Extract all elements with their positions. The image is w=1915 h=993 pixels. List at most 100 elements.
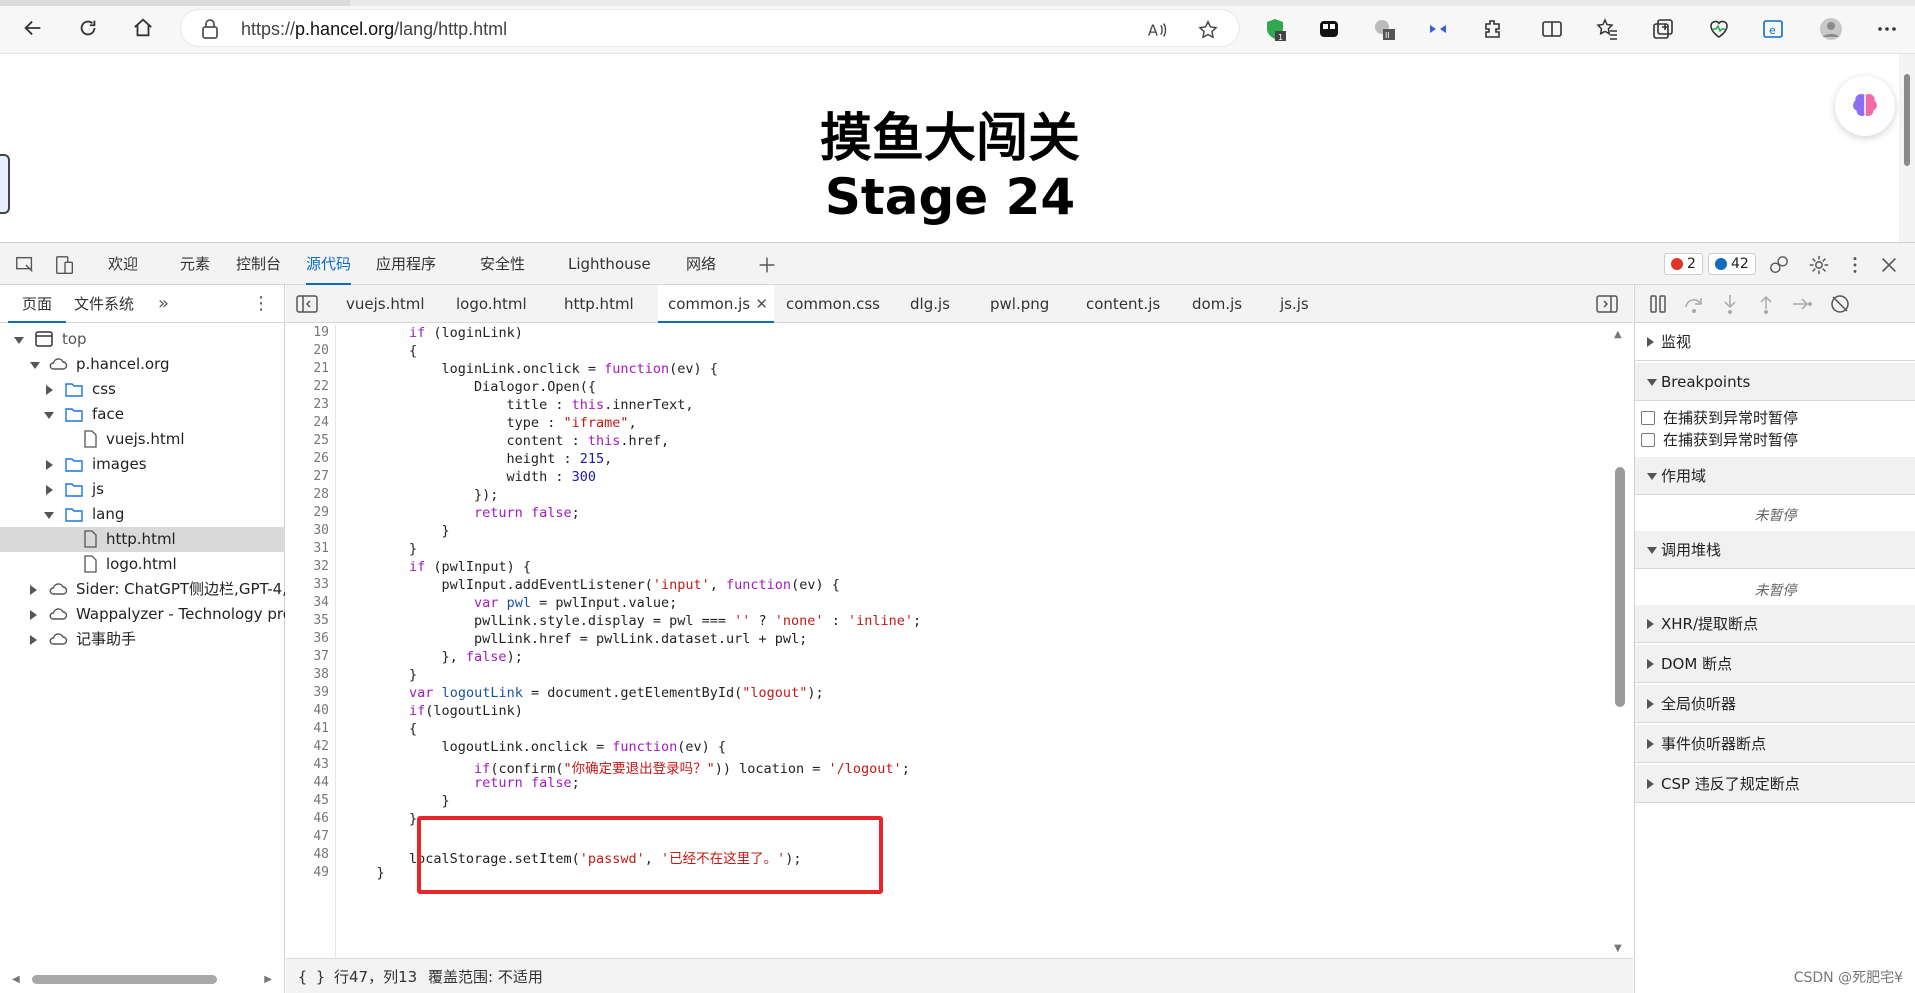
home-button[interactable] (128, 13, 158, 43)
pause-icon[interactable] (1647, 293, 1669, 315)
line-number[interactable]: 40 (289, 703, 329, 718)
tree-item-file[interactable]: logo.html (0, 552, 285, 577)
line-number[interactable]: 22 (289, 379, 329, 394)
tab-network[interactable]: 网络 (686, 243, 716, 285)
deactivate-breakpoints-icon[interactable] (1829, 293, 1851, 315)
pause-on-caught-exception-option[interactable]: 在捕获到异常时暂停 (1641, 429, 1911, 451)
error-count-badge[interactable]: 2 (1664, 253, 1703, 275)
navigator-hscrollbar[interactable]: ◀ ▶ (12, 972, 272, 986)
scroll-up-icon[interactable]: ▲ (1614, 329, 1622, 340)
close-devtools-icon[interactable] (1878, 254, 1900, 276)
file-tab[interactable]: common.css (786, 285, 880, 323)
section-watch[interactable]: 监视 (1635, 323, 1915, 361)
close-tab-icon[interactable]: ✕ (755, 285, 768, 323)
file-tab[interactable]: js.js (1280, 285, 1309, 323)
line-number[interactable]: 27 (289, 469, 329, 484)
file-tab[interactable]: content.js (1086, 285, 1160, 323)
section-breakpoints[interactable]: Breakpoints (1635, 363, 1915, 401)
line-number[interactable]: 25 (289, 433, 329, 448)
tree-item-folder[interactable]: images (0, 452, 285, 477)
message-count-badge[interactable]: 42 (1708, 253, 1756, 275)
file-tab[interactable]: logo.html (456, 285, 527, 323)
pretty-print-icon[interactable]: { } (298, 959, 325, 993)
settings-gear-icon[interactable] (1808, 254, 1830, 276)
tree-item-file-selected[interactable]: http.html (0, 527, 285, 552)
scroll-down-icon[interactable]: ▼ (1614, 943, 1622, 954)
toggle-debugger-icon[interactable] (1596, 295, 1618, 313)
internet-explorer-mode-icon[interactable]: e (1760, 16, 1786, 42)
line-number[interactable]: 47 (289, 829, 329, 844)
line-number[interactable]: 46 (289, 811, 329, 826)
back-button[interactable] (18, 13, 48, 43)
pause-on-exception-option[interactable]: 在捕获到异常时暂停 (1641, 407, 1911, 429)
line-number[interactable]: 21 (289, 361, 329, 376)
favorite-star-icon[interactable] (1197, 19, 1219, 41)
split-screen-icon[interactable] (1539, 16, 1565, 42)
tree-item-file[interactable]: vuejs.html (0, 427, 285, 452)
tab-sources[interactable]: 源代码 (306, 243, 352, 285)
line-number[interactable]: 34 (289, 595, 329, 610)
more-tabs-chevron-icon[interactable]: » (158, 285, 169, 323)
collapse-arrow-icon[interactable] (30, 585, 37, 595)
file-tab-active[interactable]: common.js ✕ (658, 285, 774, 323)
connected-devices-icon[interactable] (1768, 254, 1790, 276)
line-number[interactable]: 30 (289, 523, 329, 538)
file-tab[interactable]: dom.js (1192, 285, 1242, 323)
favorites-icon[interactable] (1594, 16, 1620, 42)
section-scope[interactable]: 作用域 (1635, 457, 1915, 495)
collapse-arrow-icon[interactable] (30, 635, 37, 645)
tab-elements[interactable]: 元素 (180, 243, 210, 285)
read-aloud-icon[interactable]: A (1146, 19, 1168, 41)
step-into-icon[interactable] (1719, 293, 1741, 315)
line-number[interactable]: 44 (289, 775, 329, 790)
line-number[interactable]: 24 (289, 415, 329, 430)
scroll-right-icon[interactable]: ▶ (264, 974, 272, 985)
navigator-hscrollbar-thumb[interactable] (32, 975, 217, 984)
line-number[interactable]: 36 (289, 631, 329, 646)
tab-background[interactable] (0, 0, 350, 6)
add-tab-icon[interactable] (756, 254, 778, 276)
tree-item-top[interactable]: top (0, 327, 285, 352)
collapse-arrow-icon[interactable] (46, 385, 53, 395)
file-tab[interactable]: http.html (564, 285, 634, 323)
line-number[interactable]: 45 (289, 793, 329, 808)
tab-filesystem[interactable]: 文件系统 (74, 285, 134, 323)
collapse-arrow-icon[interactable] (30, 610, 37, 620)
more-options-icon[interactable] (1844, 254, 1866, 276)
line-number[interactable]: 41 (289, 721, 329, 736)
inspect-element-icon[interactable] (14, 254, 36, 276)
tree-item-folder[interactable]: css (0, 377, 285, 402)
collapse-arrow-icon[interactable] (46, 485, 53, 495)
tree-item-extension[interactable]: Wappalyzer - Technology profil (0, 602, 285, 627)
line-number[interactable]: 43 (289, 757, 329, 772)
profile-avatar-icon[interactable] (1818, 16, 1844, 42)
lock-icon[interactable] (201, 19, 219, 39)
tab-security[interactable]: 安全性 (480, 243, 525, 285)
line-number[interactable]: 28 (289, 487, 329, 502)
line-number[interactable]: 39 (289, 685, 329, 700)
line-number[interactable]: 33 (289, 577, 329, 592)
expand-arrow-icon[interactable] (44, 412, 54, 419)
line-number[interactable]: 31 (289, 541, 329, 556)
address-bar[interactable]: https://p.hancel.org/lang/http.html A (180, 9, 1240, 47)
tree-item-extension[interactable]: 记事助手 (0, 627, 285, 652)
tree-item-folder[interactable]: js (0, 477, 285, 502)
line-number[interactable]: 49 (289, 865, 329, 880)
file-tab[interactable]: pwl.png (990, 285, 1049, 323)
expand-arrow-icon[interactable] (14, 337, 24, 344)
tree-item-extension[interactable]: Sider: ChatGPT侧边栏,GPT-4, 联 (0, 577, 285, 602)
tree-item-folder[interactable]: lang (0, 502, 285, 527)
tab-lighthouse[interactable]: Lighthouse (568, 243, 651, 285)
sync-extension-icon[interactable] (1425, 16, 1451, 42)
expand-arrow-icon[interactable] (30, 362, 40, 369)
line-number[interactable]: 20 (289, 343, 329, 358)
pause-on-caught-exception-checkbox[interactable] (1641, 433, 1655, 447)
scroll-left-icon[interactable]: ◀ (12, 974, 20, 985)
line-number[interactable]: 42 (289, 739, 329, 754)
tab-console[interactable]: 控制台 (236, 243, 281, 285)
step-icon[interactable] (1791, 293, 1813, 315)
tab-application[interactable]: 应用程序 (376, 243, 436, 285)
editor-vscrollbar-thumb[interactable] (1615, 467, 1625, 707)
section-global-listeners[interactable]: 全局侦听器 (1635, 685, 1915, 723)
pause-on-exception-checkbox[interactable] (1641, 411, 1655, 425)
